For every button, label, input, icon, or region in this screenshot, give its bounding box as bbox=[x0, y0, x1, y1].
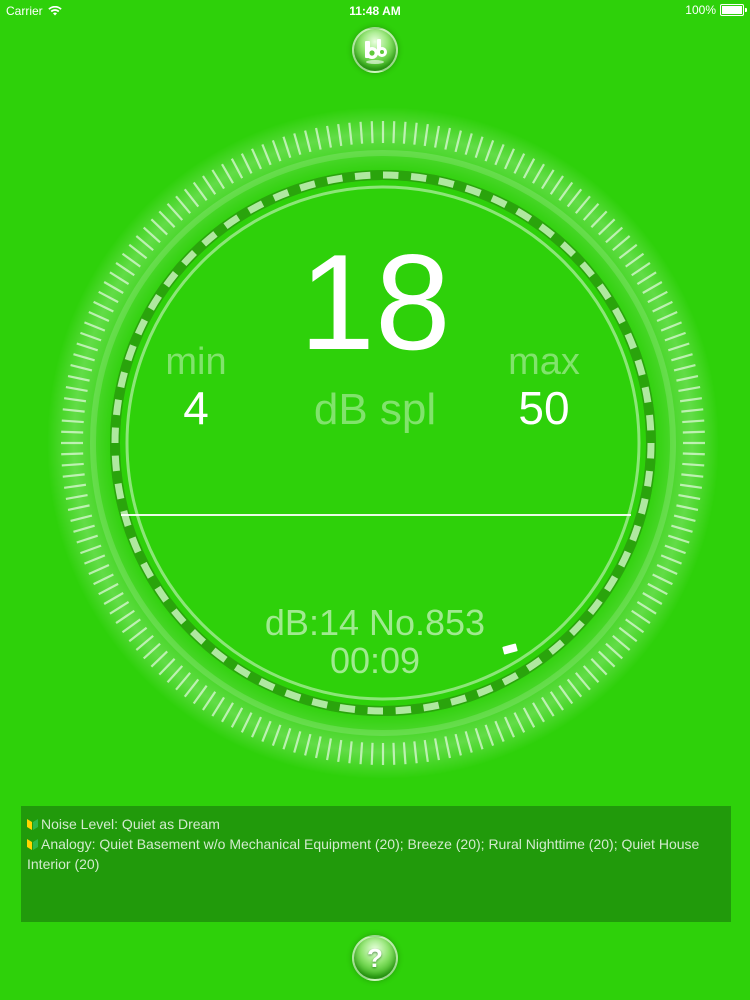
gauge-segment bbox=[339, 704, 356, 714]
elapsed-timer: 00:09 bbox=[329, 640, 421, 681]
analogy-text: Analogy: Quiet Basement w/o Mechanical E… bbox=[27, 836, 700, 872]
gauge-tick bbox=[682, 462, 705, 467]
min-value: 4 bbox=[183, 382, 209, 434]
gauge-tick bbox=[402, 742, 407, 765]
max-value: 50 bbox=[518, 382, 570, 434]
gauge-segment bbox=[629, 524, 642, 542]
gauge-tick bbox=[61, 452, 84, 456]
min-readout: min 4 bbox=[136, 342, 256, 434]
sample-info: dB:14 No.853 bbox=[264, 602, 486, 643]
gauge-segment bbox=[354, 171, 371, 180]
noise-level-text: Noise Level: Quiet as Dream bbox=[41, 816, 220, 832]
gauge-tick bbox=[359, 121, 364, 144]
gauge-segment bbox=[311, 698, 329, 709]
gauge-tick bbox=[392, 121, 396, 144]
help-button[interactable]: ? bbox=[352, 935, 398, 981]
max-readout: max 50 bbox=[484, 342, 604, 434]
gauge-segment bbox=[437, 177, 455, 188]
gauge-tick bbox=[392, 742, 396, 765]
gauge-segment bbox=[299, 180, 316, 192]
gauge-segment bbox=[422, 701, 440, 712]
gauge-segment bbox=[638, 497, 649, 515]
unit-label: dB spl bbox=[313, 385, 437, 434]
gauge-segment bbox=[410, 172, 427, 182]
beginner-leaf-icon bbox=[27, 839, 38, 850]
gauge-segment bbox=[111, 455, 120, 472]
gauge-segment bbox=[395, 706, 412, 715]
gauge-tick bbox=[61, 462, 84, 467]
beginner-leaf-icon bbox=[27, 819, 38, 830]
gauge-segment bbox=[326, 174, 344, 185]
min-label: min bbox=[165, 341, 227, 383]
gauge-segment bbox=[450, 694, 467, 706]
gauge-tick bbox=[370, 121, 374, 144]
current-db-value: 18 bbox=[299, 226, 451, 378]
noise-level-row: Noise Level: Quiet as Dream bbox=[27, 814, 725, 834]
gauge-segment bbox=[284, 689, 302, 702]
max-label: max bbox=[508, 341, 580, 383]
help-icon: ? bbox=[367, 942, 383, 973]
gauge-segment bbox=[644, 470, 654, 487]
gauge-tick bbox=[682, 452, 705, 456]
gauge-segment bbox=[464, 184, 482, 197]
analogy-row: Analogy: Quiet Basement w/o Mechanical E… bbox=[27, 834, 725, 874]
gauge-tick bbox=[402, 121, 407, 144]
gauge-tick bbox=[359, 742, 364, 765]
gauge-segment bbox=[120, 510, 132, 527]
info-panel: Noise Level: Quiet as Dream Analogy: Qui… bbox=[21, 806, 731, 922]
gauge-tick bbox=[370, 742, 374, 765]
gauge-segment bbox=[114, 482, 125, 500]
